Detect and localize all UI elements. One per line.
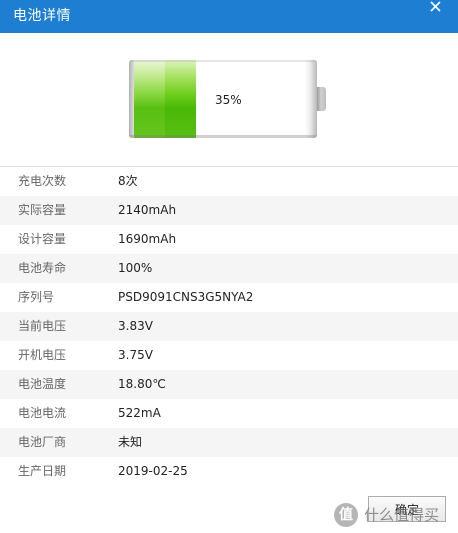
battery-fill-segment — [165, 60, 196, 138]
close-button[interactable] — [428, 0, 444, 16]
info-row: 生产日期 2019-02-25 — [0, 457, 458, 486]
battery-level-fill — [134, 60, 196, 138]
info-value: 100% — [118, 261, 153, 275]
battery-terminal — [317, 87, 326, 111]
info-value: 2019-02-25 — [118, 464, 188, 478]
info-value: 1690mAh — [118, 232, 177, 246]
battery-fill-segment — [134, 60, 165, 138]
info-row: 序列号 PSD9091CNS3G5NYA2 — [0, 283, 458, 312]
info-row: 当前电压 3.83V — [0, 312, 458, 341]
info-value: 522mA — [118, 406, 161, 420]
battery-info-table: 充电次数 8次 实际容量 2140mAh 设计容量 1690mAh 电池寿命 1… — [0, 167, 458, 486]
info-value: 2140mAh — [118, 203, 177, 217]
info-row: 充电次数 8次 — [0, 167, 458, 196]
info-label: 充电次数 — [18, 174, 67, 188]
watermark-text: 什么值得买 — [364, 506, 440, 524]
info-label: 电池温度 — [18, 377, 67, 391]
info-row: 设计容量 1690mAh — [0, 225, 458, 254]
info-label: 电池电流 — [18, 406, 67, 420]
info-row: 电池寿命 100% — [0, 254, 458, 283]
battery-edge — [129, 60, 317, 62]
battery-details-window: 电池详情 35% 充电次数 8次 实际容量 2140mAh 设计容量 1690m… — [0, 0, 458, 533]
info-label: 生产日期 — [18, 464, 67, 478]
info-row: 电池温度 18.80℃ — [0, 370, 458, 399]
title-bar: 电池详情 — [0, 0, 458, 33]
info-label: 实际容量 — [18, 203, 67, 217]
info-row: 开机电压 3.75V — [0, 341, 458, 370]
info-value: 未知 — [118, 435, 143, 449]
info-row: 电池电流 522mA — [0, 399, 458, 428]
info-label: 开机电压 — [18, 348, 67, 362]
info-value: 8次 — [118, 174, 138, 188]
info-value: PSD9091CNS3G5NYA2 — [118, 290, 254, 304]
info-label: 当前电压 — [18, 319, 67, 333]
battery-percent-label: 35% — [215, 93, 242, 107]
info-label: 电池厂商 — [18, 435, 67, 449]
close-icon — [430, 1, 441, 12]
watermark-logo-icon: 值 — [334, 503, 358, 527]
info-row: 实际容量 2140mAh — [0, 196, 458, 225]
battery-visual: 35% — [0, 33, 458, 166]
info-value: 18.80℃ — [118, 377, 166, 391]
watermark: 值 什么值得买 — [334, 503, 458, 529]
info-label: 序列号 — [18, 290, 55, 304]
info-value: 3.75V — [118, 348, 153, 362]
info-value: 3.83V — [118, 319, 153, 333]
info-row: 电池厂商 未知 — [0, 428, 458, 457]
watermark-logo-char: 值 — [339, 507, 353, 523]
info-label: 设计容量 — [18, 232, 67, 246]
battery-edge — [129, 135, 317, 138]
info-label: 电池寿命 — [18, 261, 67, 275]
window-title: 电池详情 — [13, 8, 71, 24]
